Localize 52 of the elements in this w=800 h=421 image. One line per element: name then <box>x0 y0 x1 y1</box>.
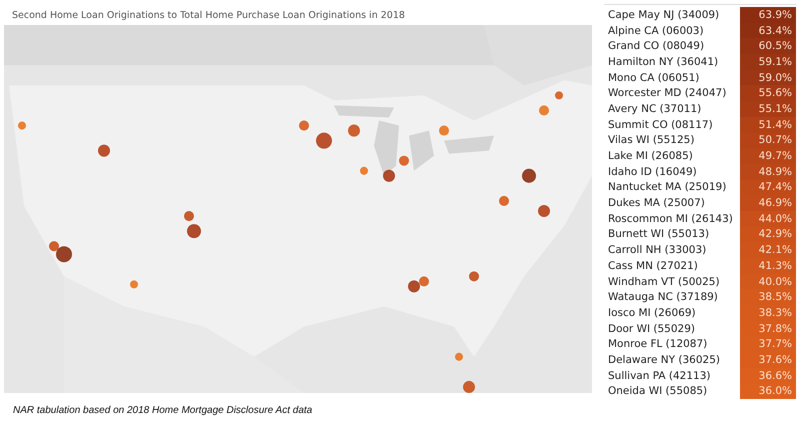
county-label: Door WI (55029) <box>607 322 696 335</box>
share-cell: 47.4% <box>740 180 796 196</box>
share-cell: 49.7% <box>740 148 796 164</box>
share-cell: 48.9% <box>740 164 796 180</box>
share-cell: 60.5% <box>740 38 796 54</box>
share-cell: 42.9% <box>740 226 796 242</box>
county-label: Worcester MD (24047) <box>607 87 728 100</box>
share-cell: 37.7% <box>740 336 796 352</box>
county-label: Delaware NY (36025) <box>607 354 722 366</box>
share-cell: 55.1% <box>740 101 796 117</box>
share-cell: 36.0% <box>740 384 796 400</box>
county-label: Dukes MA (25007) <box>607 197 706 210</box>
share-cell: 41.3% <box>740 258 796 274</box>
share-cell: 37.8% <box>740 320 796 336</box>
county-label: Grand CO (08049) <box>607 40 706 52</box>
share-cell: 38.3% <box>740 305 796 321</box>
share-cell: 44.0% <box>740 210 796 227</box>
share-cell: 59.0% <box>740 70 796 86</box>
share-cell: 46.9% <box>740 195 796 211</box>
county-label: Windham VT (50025) <box>607 276 721 288</box>
county-label: Watauga NC (37189) <box>607 291 719 304</box>
county-label: Summit CO (08117) <box>607 118 714 131</box>
county-label: Lake MI (26085) <box>607 150 694 162</box>
share-cell: 50.7% <box>740 132 796 148</box>
share-cell: 63.9% <box>740 7 796 23</box>
chart-title: Second Home Loan Originations to Total Home Purchase Loan Originations in 2018 <box>11 9 406 23</box>
share-cell: 59.1% <box>740 54 796 70</box>
share-cell: 51.4% <box>740 116 796 132</box>
share-cell: 42.1% <box>740 242 796 258</box>
share-cell: 40.0% <box>740 274 796 290</box>
county-label: Mono CA (06051) <box>607 72 700 84</box>
share-cell: 37.6% <box>740 352 796 368</box>
county-label: Cape May NJ (34009) <box>607 8 720 21</box>
county-label: Idaho ID (16049) <box>607 166 698 178</box>
county-label: Hamilton NY (36041) <box>607 56 720 68</box>
county-label: Nantucket MA (25019) <box>607 181 728 194</box>
county-label: Carroll NH (33003) <box>607 244 708 256</box>
county-label: Monroe FL (12087) <box>607 338 708 350</box>
county-label: Burnett WI (55013) <box>607 228 710 240</box>
county-label: Oneida WI (55085) <box>607 385 708 398</box>
county-label: Cass MN (27021) <box>607 260 699 272</box>
county-label: Sullivan PA (42113) <box>607 370 712 382</box>
share-cell: 63.4% <box>740 22 796 38</box>
county-label: Roscommon MI (26143) <box>607 212 734 225</box>
county-label: Avery NC (37011) <box>607 102 702 115</box>
county-label: Alpine CA (06003) <box>607 24 705 37</box>
share-cell: 55.6% <box>740 85 796 102</box>
source-note: NAR tabulation based on 2018 Home Mortgage Disclosure Act data <box>12 404 314 416</box>
county-label: Vilas WI (55125) <box>607 134 696 146</box>
share-cell: 38.5% <box>740 289 796 306</box>
county-label: Iosco MI (26069) <box>607 306 697 319</box>
share-cell: 36.6% <box>740 368 796 384</box>
